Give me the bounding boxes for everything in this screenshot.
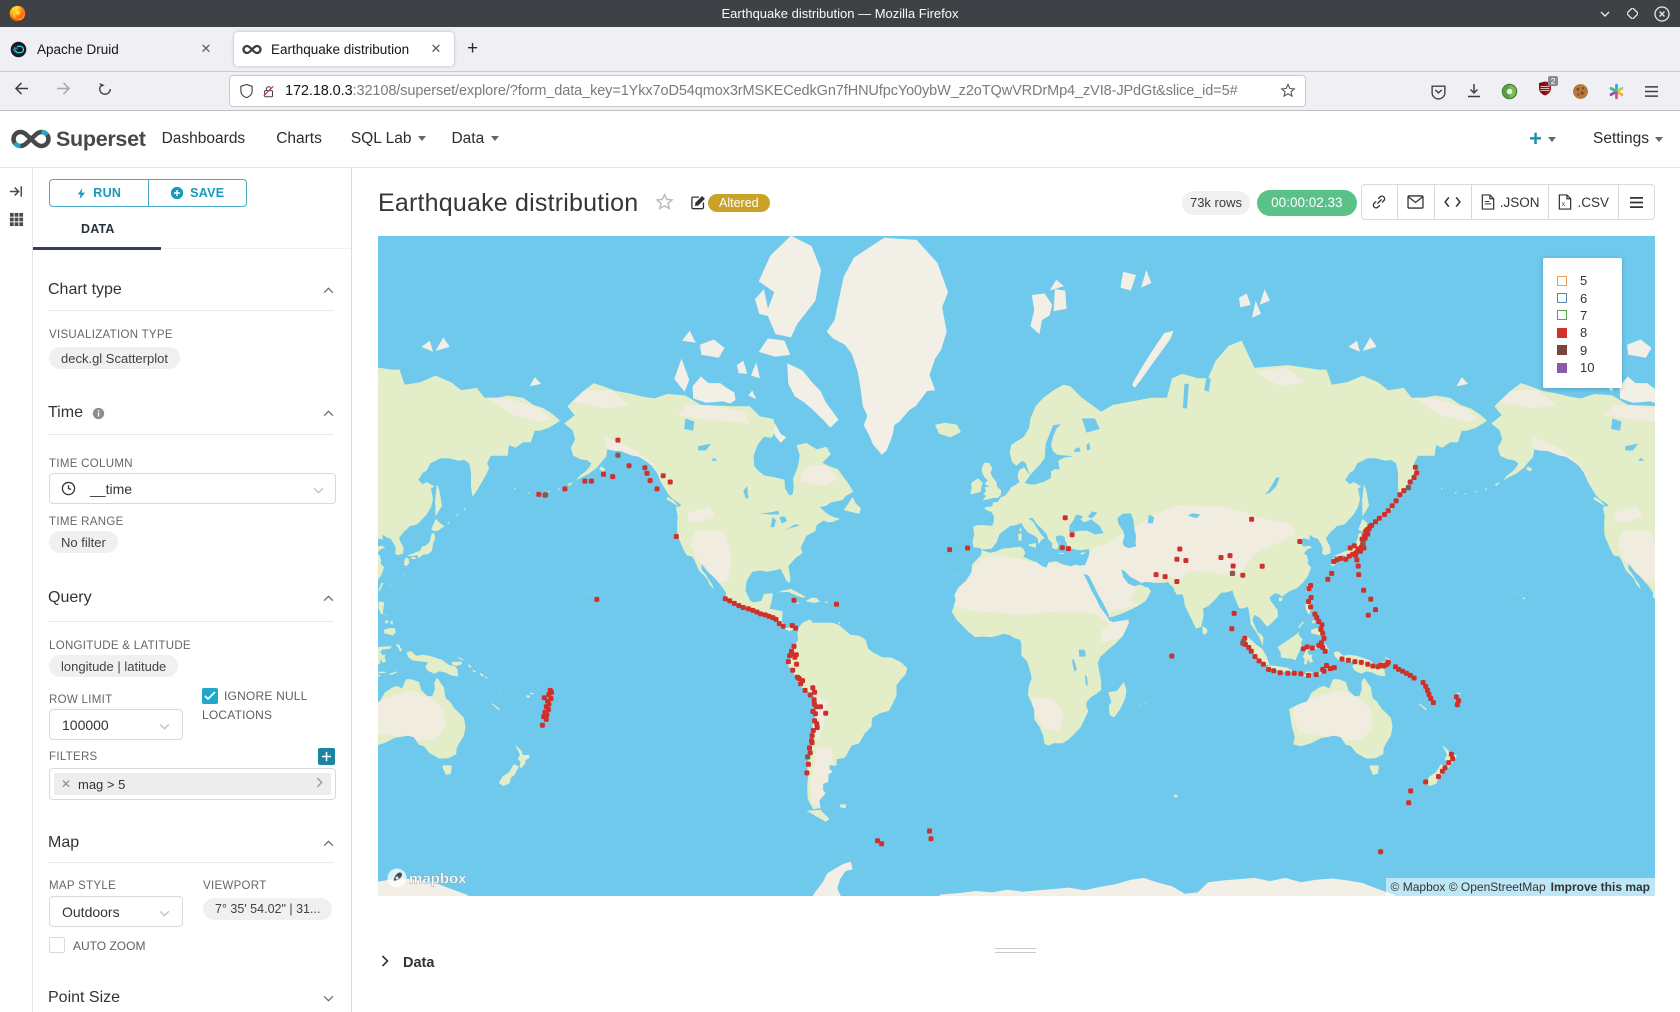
svg-text:x: x: [1562, 201, 1566, 208]
svg-text:mapbox: mapbox: [409, 871, 467, 888]
